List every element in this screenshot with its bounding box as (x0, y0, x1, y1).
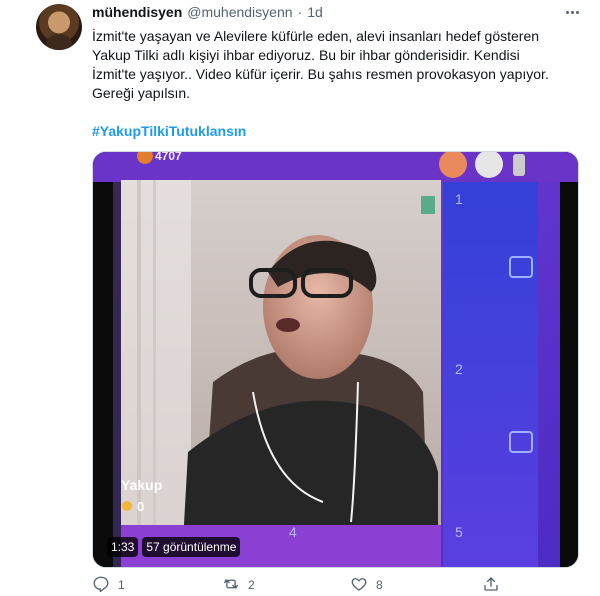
tweet-text-line: Yakup Tilki adlı kişiyi ihbar ediyoruz. … (92, 47, 520, 63)
video-name-overlay: Yakup (121, 477, 162, 493)
share-icon (482, 575, 500, 596)
tweet: mühendisyen @muhendisyenn · 1d İzmit'te … (0, 0, 600, 596)
video-player[interactable]: 1 2 5 4 4707 Yakup 0 1:33 57 görüntülenm… (92, 151, 579, 568)
user-handle[interactable]: @muhendisyenn (187, 4, 292, 20)
tweet-text-line: İzmit'te yaşıyor.. Video küfür içerir. B… (92, 66, 549, 82)
reply-icon (92, 575, 110, 596)
video-score-overlay: 4707 (155, 152, 182, 163)
retweet-icon (222, 575, 240, 596)
timestamp[interactable]: 1d (307, 4, 323, 20)
video-duration: 1:33 (107, 537, 139, 557)
svg-text:4: 4 (289, 524, 297, 540)
reply-button[interactable]: 1 (92, 575, 125, 595)
tweet-text: İzmit'te yaşayan ve Alevilere küfürle ed… (92, 27, 568, 103)
svg-text:5: 5 (455, 524, 463, 540)
tweet-text-line: Gereği yapılsın. (92, 85, 191, 101)
video-badges: 1:33 57 görüntülenme (107, 537, 241, 557)
hashtag-link[interactable]: #YakupTilkiTutuklansın (92, 123, 246, 139)
video-view-count: 57 görüntülenme (142, 537, 241, 557)
retweet-button[interactable]: 2 (222, 575, 255, 595)
share-button[interactable] (482, 575, 500, 595)
svg-text:1: 1 (455, 191, 463, 207)
header-separator: · (297, 4, 303, 20)
more-icon[interactable] (562, 4, 582, 20)
reply-count: 1 (118, 578, 125, 592)
tweet-actions: 1 2 8 (92, 575, 512, 595)
svg-text:2: 2 (455, 361, 463, 377)
tweet-header: mühendisyen @muhendisyenn · 1d (92, 4, 323, 22)
video-coins-overlay: 0 (137, 499, 144, 514)
like-icon (350, 575, 368, 596)
video-frame: 1 2 5 4 4707 Yakup 0 (93, 152, 578, 567)
avatar[interactable] (36, 4, 82, 50)
display-name[interactable]: mühendisyen (92, 4, 182, 20)
like-count: 8 (376, 578, 383, 592)
like-button[interactable]: 8 (350, 575, 383, 595)
retweet-count: 2 (248, 578, 255, 592)
tweet-text-line: İzmit'te yaşayan ve Alevilere küfürle ed… (92, 28, 540, 44)
